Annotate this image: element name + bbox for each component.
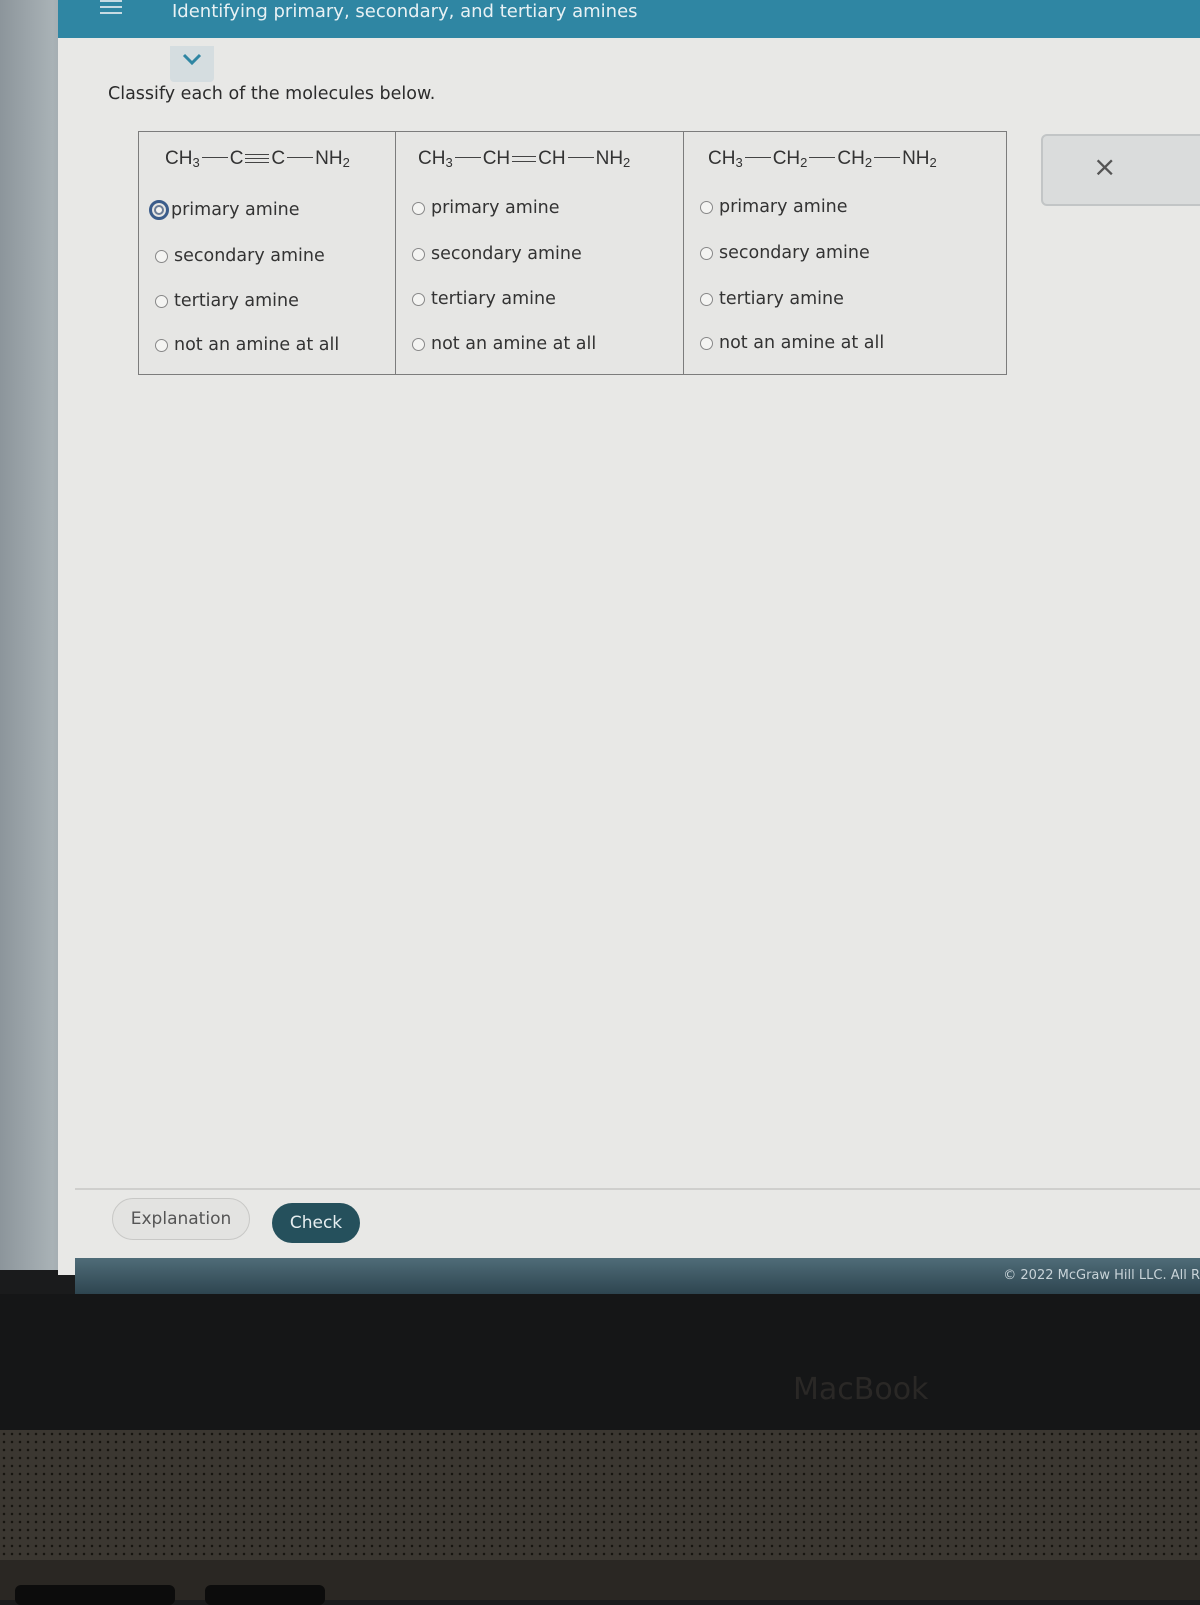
copyright-text: © 2022 McGraw Hill LLC. All R	[1003, 1268, 1200, 1283]
radio[interactable]	[155, 294, 168, 308]
page-title: Identifying primary, secondary, and tert…	[172, 1, 638, 22]
radio[interactable]	[412, 292, 425, 306]
keyboard-key	[15, 1585, 175, 1605]
option-not-an-amine[interactable]: not an amine at all	[412, 334, 596, 354]
triple-bond	[245, 154, 270, 163]
option-tertiary-amine[interactable]: tertiary amine	[412, 289, 556, 309]
close-button[interactable]: ×	[1041, 134, 1200, 206]
device-brand-label: MacBook	[793, 1372, 929, 1407]
option-tertiary-amine[interactable]: tertiary amine	[700, 289, 844, 309]
option-not-an-amine[interactable]: not an amine at all	[155, 335, 339, 355]
radio[interactable]	[412, 247, 425, 261]
option-secondary-amine[interactable]: secondary amine	[700, 243, 870, 263]
single-bond	[454, 156, 481, 158]
radio[interactable]	[700, 246, 713, 260]
check-button[interactable]: Check	[272, 1203, 360, 1243]
single-bond	[809, 156, 836, 158]
molecule-formula: CH3 C C NH2	[165, 148, 350, 170]
collapse-toggle[interactable]	[170, 46, 214, 82]
molecule-grid: CH3 C C NH2 primary amine secondary amine t…	[138, 131, 1007, 375]
option-primary-amine[interactable]: primary amine	[149, 200, 300, 220]
radio[interactable]	[412, 201, 425, 215]
radio[interactable]	[155, 338, 168, 352]
single-bond	[744, 156, 771, 158]
molecule-cell-1: CH3 C C NH2 primary amine secondary amine t…	[139, 132, 396, 374]
single-bond	[567, 156, 594, 158]
keyboard-key	[205, 1585, 325, 1605]
radio[interactable]	[700, 292, 713, 306]
option-primary-amine[interactable]: primary amine	[412, 198, 560, 218]
molecule-formula: CH3 CH CH NH2	[418, 148, 631, 170]
single-bond	[287, 156, 314, 158]
option-secondary-amine[interactable]: secondary amine	[412, 244, 582, 264]
footer-bar: © 2022 McGraw Hill LLC. All R	[75, 1258, 1200, 1294]
divider	[75, 1188, 1200, 1190]
laptop-bezel	[0, 1294, 1200, 1434]
double-bond	[512, 156, 537, 162]
radio[interactable]	[700, 336, 713, 350]
option-primary-amine[interactable]: primary amine	[700, 197, 848, 217]
molecule-formula: CH3 CH2 CH2 NH2	[708, 148, 937, 170]
molecule-cell-2: CH3 CH CH NH2 primary amine secondary amine…	[396, 132, 684, 374]
single-bond	[201, 156, 228, 158]
radio[interactable]	[700, 200, 713, 214]
radio[interactable]	[412, 337, 425, 351]
instructions: Classify each of the molecules below.	[108, 84, 436, 104]
close-icon: ×	[1093, 150, 1117, 183]
option-not-an-amine[interactable]: not an amine at all	[700, 333, 884, 353]
radio-selected[interactable]	[149, 200, 169, 220]
single-bond	[874, 156, 901, 158]
hamburger-menu-icon[interactable]	[100, 0, 122, 18]
explanation-button[interactable]: Explanation	[112, 1198, 250, 1240]
option-secondary-amine[interactable]: secondary amine	[155, 246, 325, 266]
radio[interactable]	[155, 249, 168, 263]
laptop-body	[0, 1560, 1200, 1600]
molecule-cell-3: CH3 CH2 CH2 NH2 primary amine secondary ami…	[684, 132, 1006, 374]
chevron-down-icon	[182, 53, 202, 66]
option-tertiary-amine[interactable]: tertiary amine	[155, 291, 299, 311]
